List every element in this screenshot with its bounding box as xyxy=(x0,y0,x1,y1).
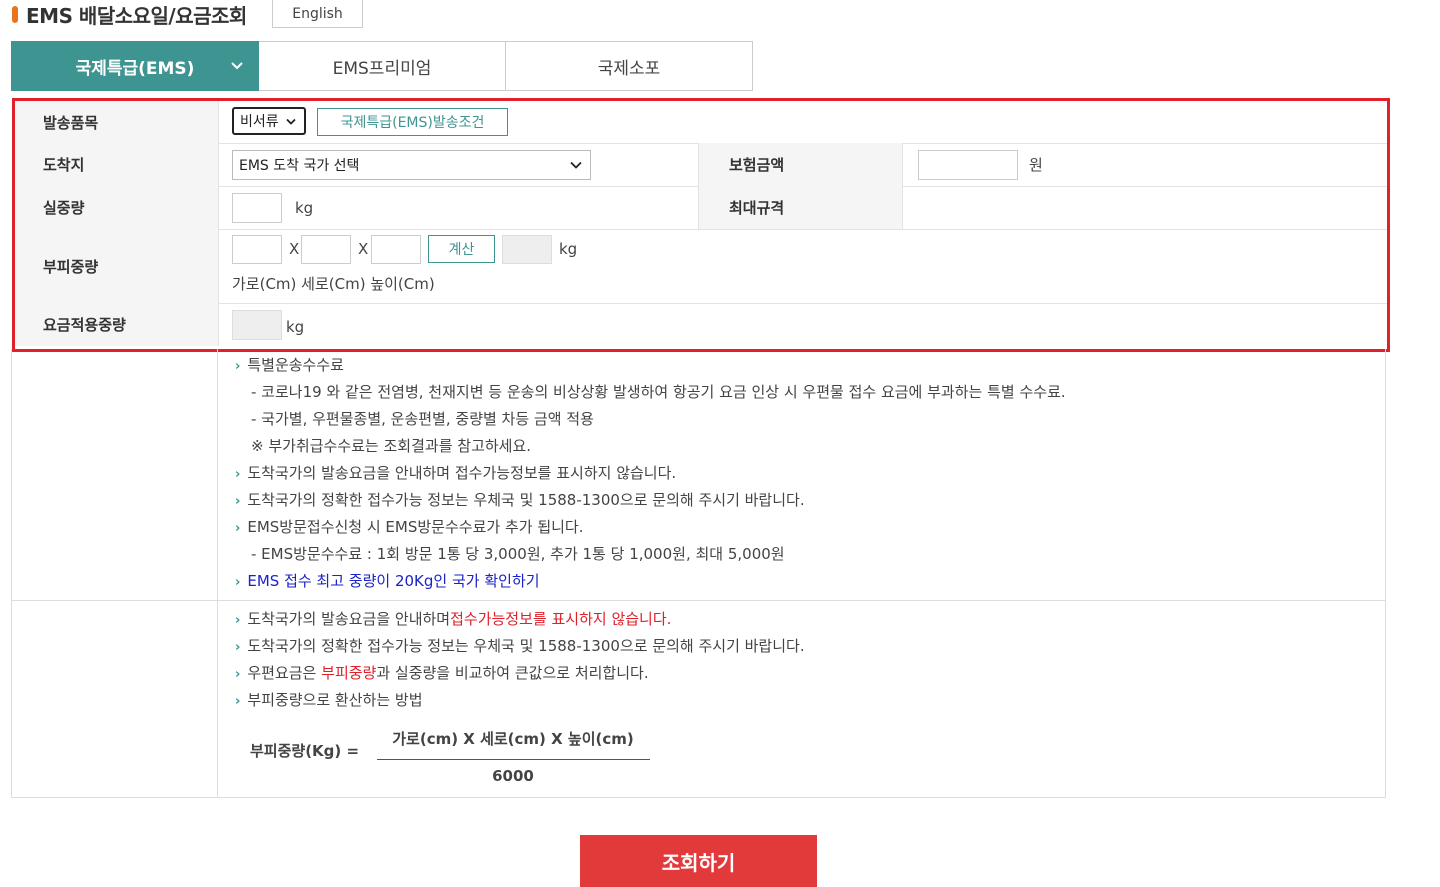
times-sign: X xyxy=(358,240,369,258)
height-input[interactable] xyxy=(371,235,421,264)
chevron-right-icon: › xyxy=(235,640,241,655)
row-weight: 실중량 kg 최대규격 xyxy=(15,186,1387,230)
row-applied-weight: 요금적용중량 kg xyxy=(15,303,1387,346)
list-item: ※ 부가취급수수료는 조회결과를 참고하세요. xyxy=(251,437,532,455)
search-submit-button[interactable]: 조회하기 xyxy=(580,835,817,887)
rate-form: 발송품목 비서류 국제특급(EMS)발송조건 도착지 EMS 도착 국가 선택 … xyxy=(12,98,1390,352)
info-panel: › 특별운송수수료 - 코로나19 와 같은 전염병, 천재지변 등 운송의 비상… xyxy=(11,349,1386,798)
insurance-input[interactable] xyxy=(918,150,1018,180)
service-tabs: 국제특급(EMS) EMS프리미엄 국제소포 xyxy=(11,41,753,91)
page-title: EMS 배달소요일/요금조회 xyxy=(26,3,247,28)
list-item: › 우편요금은 부피중량과 실중량을 비교하여 큰값으로 처리합니다. xyxy=(235,664,649,682)
title-marker-icon xyxy=(12,5,18,23)
destination-label: 도착지 xyxy=(15,143,218,186)
list-item: › 도착국가의 정확한 접수가능 정보는 우체국 및 1588-1300으로 문의… xyxy=(235,491,805,509)
chevron-down-icon xyxy=(286,115,296,128)
max-weight-link[interactable]: › EMS 접수 최고 중량이 20Kg인 국가 확인하기 xyxy=(235,570,540,591)
row-destination: 도착지 EMS 도착 국가 선택 보험금액 원 xyxy=(15,143,1387,187)
tab-intl-parcel[interactable]: 국제소포 xyxy=(506,41,753,91)
chevron-right-icon: › xyxy=(235,694,241,709)
item-label: 발송품목 xyxy=(15,101,218,143)
applied-weight-unit: kg xyxy=(286,318,305,336)
list-item: › 도착국가의 발송요금을 안내하며 접수가능정보를 표시하지 않습니다. xyxy=(235,464,677,482)
volume-result xyxy=(502,235,552,264)
weight-input[interactable] xyxy=(232,193,282,223)
times-sign: X xyxy=(289,240,300,258)
weight-unit: kg xyxy=(295,199,314,217)
chevron-down-icon xyxy=(570,159,582,172)
chevron-right-icon: › xyxy=(235,494,241,509)
applied-weight-label: 요금적용중량 xyxy=(15,303,218,346)
volume-unit: kg xyxy=(559,240,578,258)
formula-denominator: 6000 xyxy=(492,767,534,785)
applied-weight-result xyxy=(232,310,282,340)
chevron-right-icon: › xyxy=(235,521,241,536)
item-select[interactable]: 비서류 xyxy=(232,107,306,135)
row-volume: 부피중량 X X 계산 kg 가로(Cm) 세로(Cm) 높이(Cm) xyxy=(15,229,1387,304)
list-item: - 국가별, 우편물종별, 운송편별, 중량별 차등 금액 적용 xyxy=(251,410,594,428)
ems-condition-button[interactable]: 국제특급(EMS)발송조건 xyxy=(317,108,508,136)
chevron-right-icon: › xyxy=(235,667,241,682)
weight-label: 실중량 xyxy=(15,186,218,229)
destination-select[interactable]: EMS 도착 국가 선택 xyxy=(232,150,591,180)
tab-ems-label: 국제특급(EMS) xyxy=(75,58,195,79)
chevron-right-icon: › xyxy=(235,575,241,590)
max-size-label: 최대규격 xyxy=(698,186,903,229)
list-item: - EMS방문수수료 : 1회 방문 1통 당 3,000원, 추가 1통 당 … xyxy=(251,545,785,563)
tab-ems-premium[interactable]: EMS프리미엄 xyxy=(259,41,506,91)
volume-label: 부피중량 xyxy=(15,229,218,303)
list-item: › EMS방문접수신청 시 EMS방문수수료가 추가 됩니다. xyxy=(235,518,584,536)
insurance-label: 보험금액 xyxy=(698,143,903,186)
calculate-button[interactable]: 계산 xyxy=(428,235,495,263)
formula-label: 부피중량(Kg) = xyxy=(250,742,360,760)
chevron-right-icon: › xyxy=(235,467,241,482)
list-item: › 도착국가의 정확한 접수가능 정보는 우체국 및 1588-1300으로 문의… xyxy=(235,637,805,655)
chevron-down-icon xyxy=(231,58,243,74)
list-item: › 특별운송수수료 xyxy=(235,356,344,374)
width-input[interactable] xyxy=(232,235,282,264)
length-input[interactable] xyxy=(301,235,351,264)
list-item: - 코로나19 와 같은 전염병, 천재지변 등 운송의 비상상황 발생하여 항… xyxy=(251,383,1066,401)
list-item: › 부피중량으로 환산하는 방법 xyxy=(235,691,423,709)
chevron-right-icon: › xyxy=(235,613,241,628)
destination-select-value: EMS 도착 국가 선택 xyxy=(239,158,360,174)
formula-numerator: 가로(cm) X 세로(cm) X 높이(cm) xyxy=(392,730,634,748)
item-select-value: 비서류 xyxy=(240,114,279,130)
dimension-hint: 가로(Cm) 세로(Cm) 높이(Cm) xyxy=(232,275,435,293)
tab-ems[interactable]: 국제특급(EMS) xyxy=(11,41,259,91)
chevron-right-icon: › xyxy=(235,359,241,374)
row-item: 발송품목 비서류 국제특급(EMS)발송조건 xyxy=(15,101,1387,144)
list-item: › 도착국가의 발송요금을 안내하며접수가능정보를 표시하지 않습니다. xyxy=(235,610,672,628)
english-button[interactable]: English xyxy=(272,0,363,28)
insurance-unit: 원 xyxy=(1029,156,1043,174)
formula-divider xyxy=(377,759,650,760)
page-header: EMS 배달소요일/요금조회 xyxy=(12,0,247,28)
